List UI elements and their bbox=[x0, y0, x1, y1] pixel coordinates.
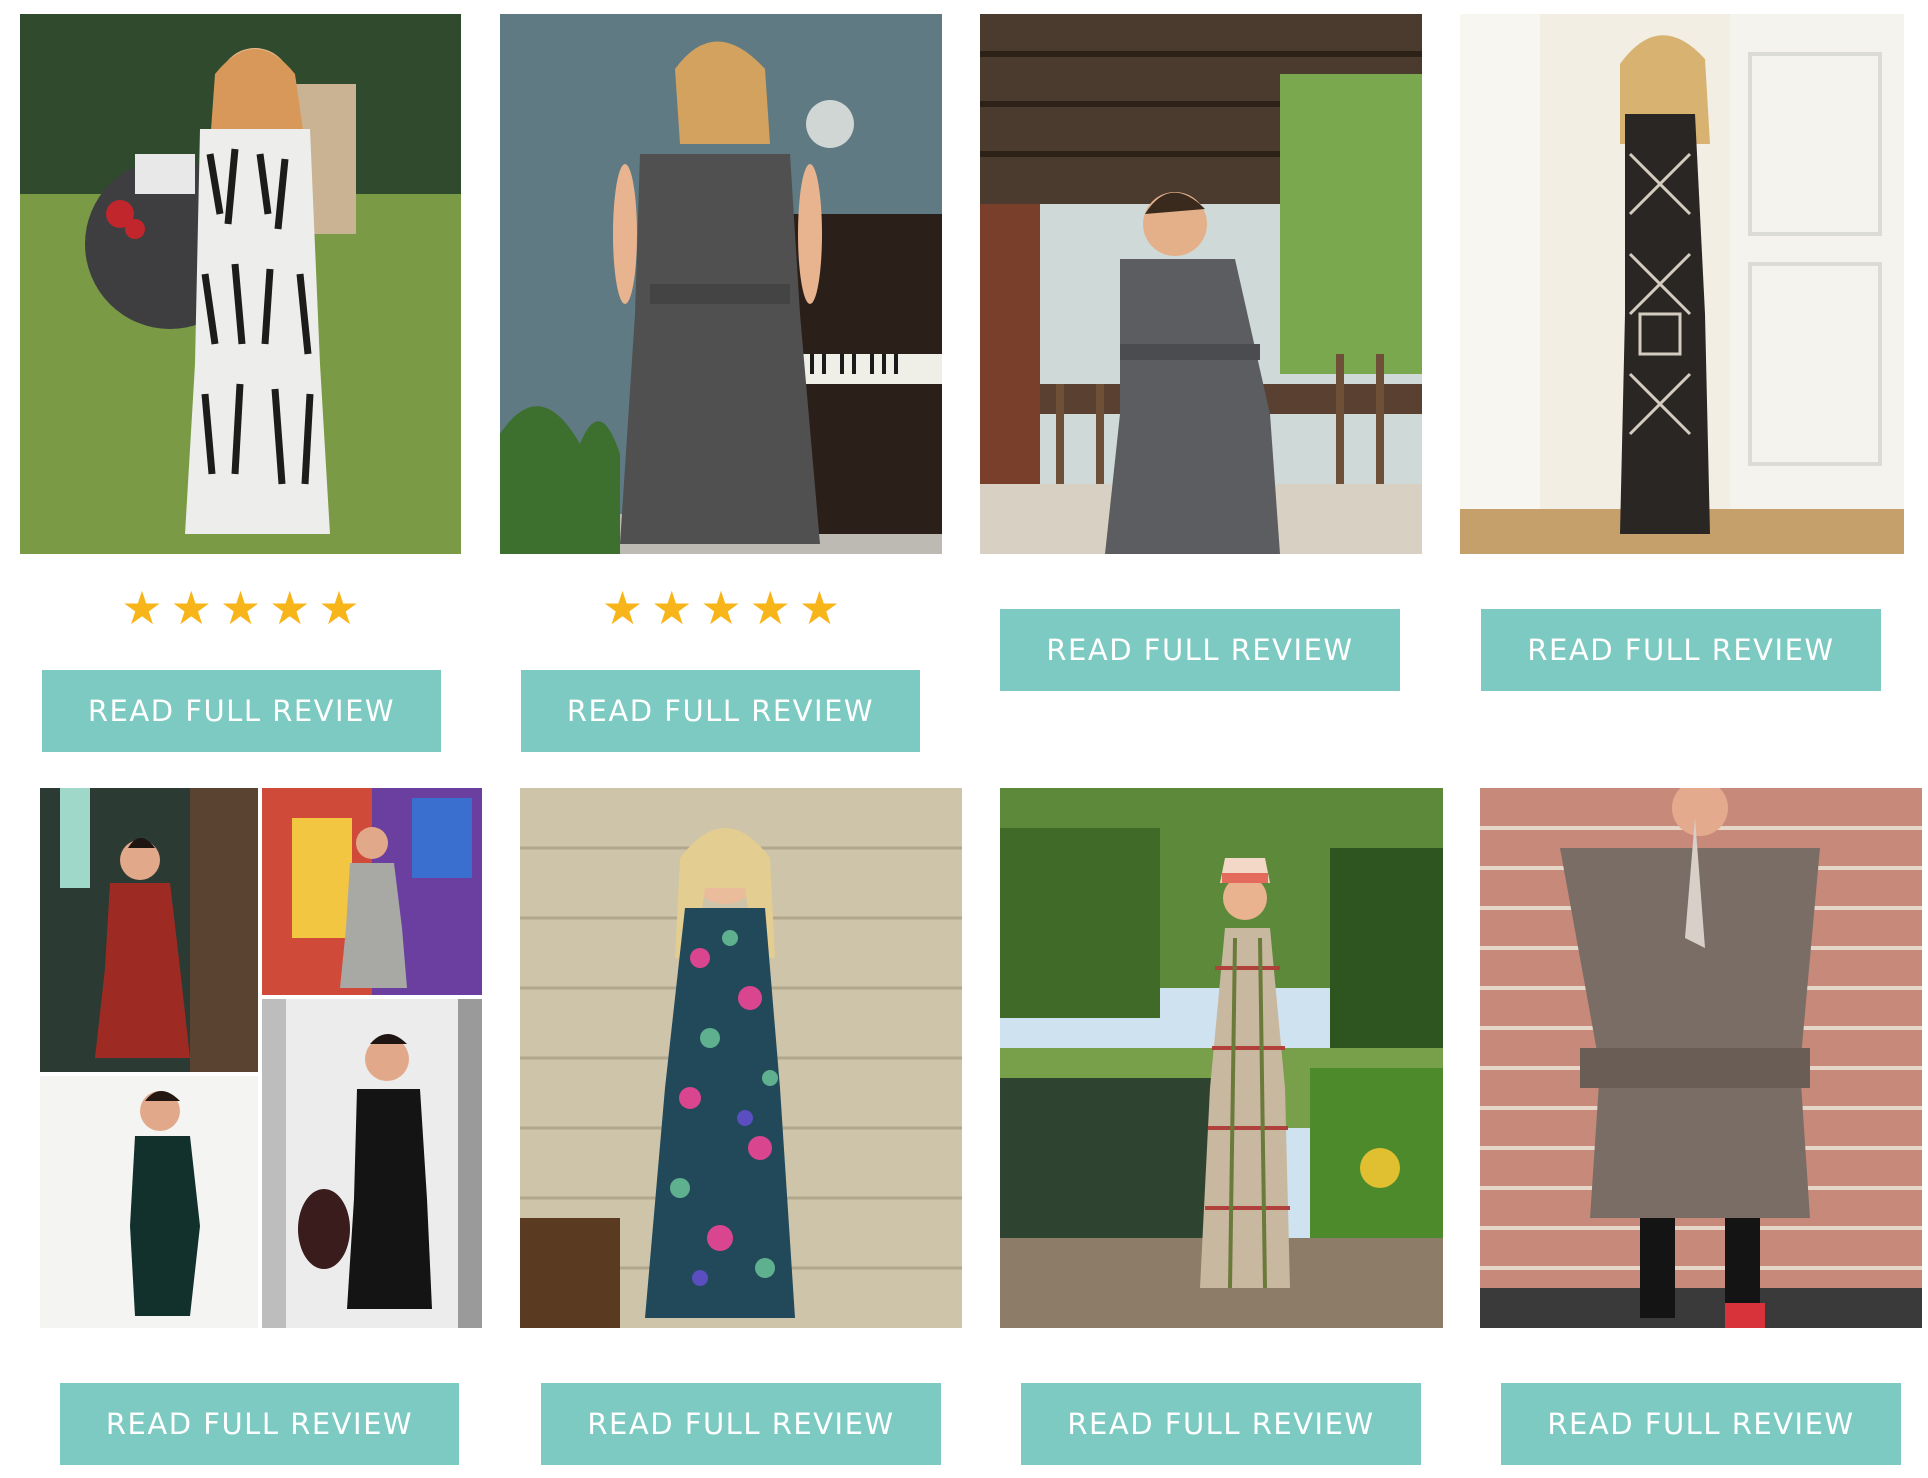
review-photo[interactable] bbox=[980, 14, 1422, 554]
read-full-review-button[interactable]: READ FULL REVIEW bbox=[60, 1383, 459, 1465]
star-icon: ★ bbox=[601, 581, 644, 635]
star-icon: ★ bbox=[318, 581, 360, 635]
read-full-review-button[interactable]: READ FULL REVIEW bbox=[541, 1383, 941, 1465]
rating-stars: ★ ★ ★ ★ ★ bbox=[20, 585, 461, 631]
star-icon: ★ bbox=[269, 581, 311, 635]
collage-photo-red-dress bbox=[40, 788, 258, 1072]
star-icon: ★ bbox=[170, 581, 212, 635]
collage-photo-black-dress bbox=[262, 999, 482, 1328]
read-full-review-button[interactable]: READ FULL REVIEW bbox=[1501, 1383, 1901, 1465]
review-photo[interactable] bbox=[520, 788, 962, 1328]
read-full-review-button[interactable]: READ FULL REVIEW bbox=[521, 670, 920, 752]
star-icon: ★ bbox=[749, 581, 791, 635]
review-photo[interactable] bbox=[1480, 788, 1922, 1328]
read-full-review-button[interactable]: READ FULL REVIEW bbox=[42, 670, 441, 752]
star-icon: ★ bbox=[700, 581, 742, 635]
collage-photo-green-dress bbox=[40, 1076, 258, 1328]
review-photo[interactable] bbox=[1460, 14, 1904, 554]
collage-photo-grey-dress bbox=[262, 788, 482, 995]
read-full-review-button[interactable]: READ FULL REVIEW bbox=[1021, 1383, 1421, 1465]
star-icon: ★ bbox=[219, 581, 262, 635]
star-icon: ★ bbox=[798, 581, 841, 635]
review-photo[interactable] bbox=[500, 14, 942, 554]
rating-stars: ★ ★ ★ ★ ★ bbox=[500, 585, 942, 631]
star-icon: ★ bbox=[121, 581, 163, 635]
star-icon: ★ bbox=[651, 581, 693, 635]
read-full-review-button[interactable]: READ FULL REVIEW bbox=[1481, 609, 1881, 691]
review-photo[interactable] bbox=[40, 788, 482, 1328]
review-photo[interactable] bbox=[20, 14, 461, 554]
read-full-review-button[interactable]: READ FULL REVIEW bbox=[1000, 609, 1400, 691]
review-photo[interactable] bbox=[1000, 788, 1443, 1328]
